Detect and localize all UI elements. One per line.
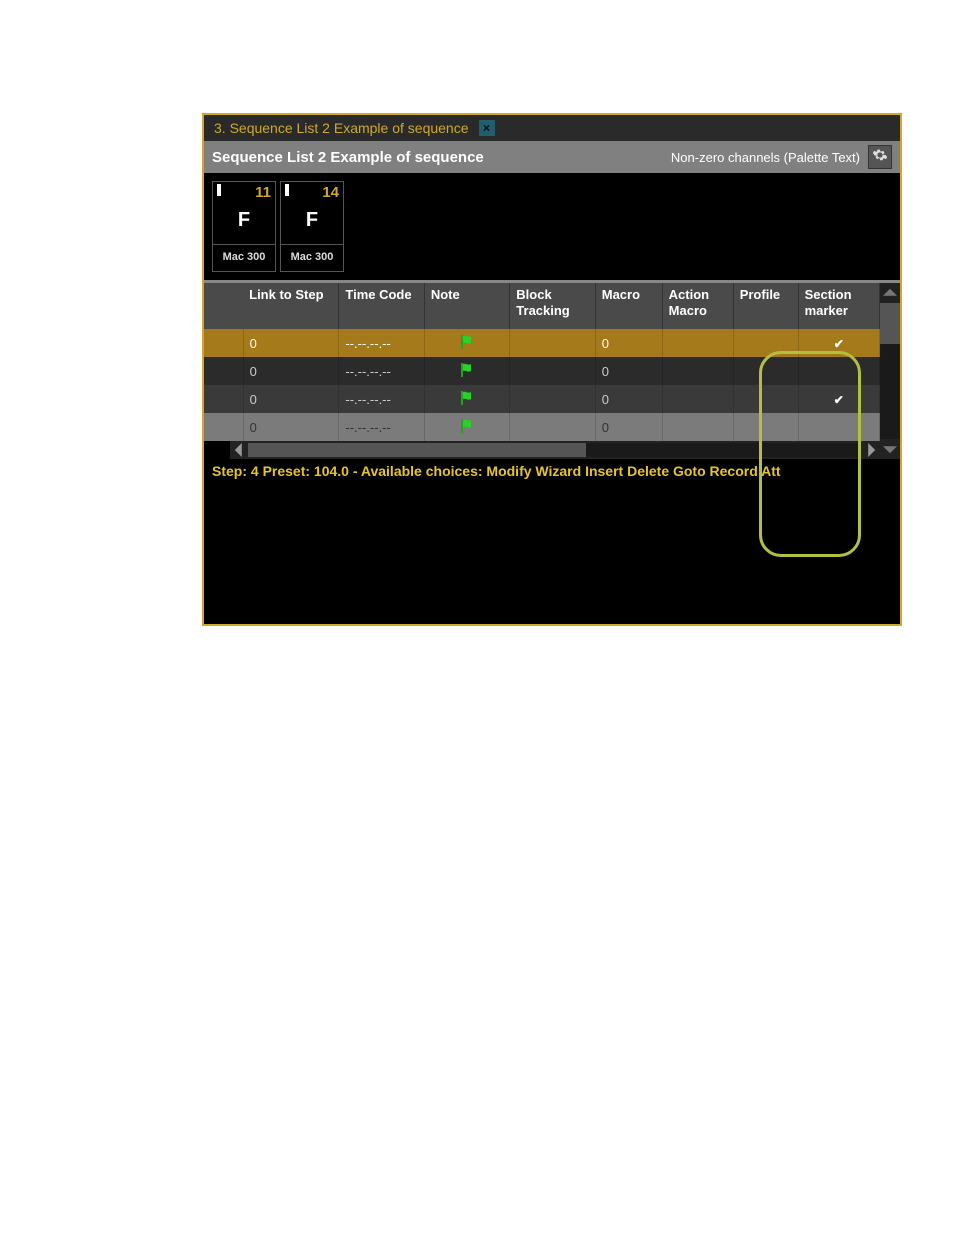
column-time-code[interactable]: Time Code [339,283,424,329]
cell-profile[interactable] [733,357,798,385]
cell-section-marker[interactable] [798,413,879,441]
cell-section-marker[interactable]: ✔ [798,385,879,413]
flag-icon [459,337,475,352]
cell-section-marker[interactable] [798,357,879,385]
hscroll-thumb[interactable] [248,443,586,457]
cell-section-marker[interactable]: ✔ [798,329,879,357]
cell-macro[interactable]: 0 [595,413,662,441]
row-header[interactable] [204,357,243,385]
channel-level: F [213,203,275,245]
flag-icon [459,365,475,380]
channel-mark [285,184,289,196]
column-note[interactable]: Note [424,283,509,329]
cell-time-code[interactable]: --.--.--.-- [339,329,424,357]
check-icon: ✔ [834,393,844,407]
channel-label: Mac 300 [213,245,275,271]
channel-number: 11 [255,184,271,201]
table-row[interactable]: 0--.--.--.--0✔ [204,385,880,413]
cell-note[interactable] [424,357,509,385]
hscroll-track[interactable] [248,443,862,457]
cell-action-macro[interactable] [662,329,733,357]
cell-action-macro[interactable] [662,413,733,441]
gear-icon [872,147,888,168]
cell-link-to-step[interactable]: 0 [243,413,339,441]
check-icon: ✔ [834,337,844,351]
cell-block-tracking[interactable] [510,357,595,385]
table-row[interactable]: 0--.--.--.--0 [204,413,880,441]
channel-tile[interactable]: 14 FMac 300 [280,181,344,272]
cell-note[interactable] [424,413,509,441]
cell-action-macro[interactable] [662,385,733,413]
scroll-left-icon[interactable] [230,441,248,459]
status-bar: Step: 4 Preset: 104.0 - Available choice… [204,459,900,485]
cell-link-to-step[interactable]: 0 [243,385,339,413]
cell-profile[interactable] [733,413,798,441]
cell-macro[interactable]: 0 [595,385,662,413]
channel-tile[interactable]: 11 FMac 300 [212,181,276,272]
table-area: Link to Step Time Code Note Block Tracki… [204,283,900,459]
channel-level: F [281,203,343,245]
sequence-list-window: 3. Sequence List 2 Example of sequence ×… [202,113,902,626]
channel-area: 11 FMac 300 14 FMac 300 [204,173,900,280]
horizontal-scrollbar[interactable] [230,441,880,459]
page-title: Sequence List 2 Example of sequence [212,149,484,166]
row-header[interactable] [204,329,243,357]
cell-link-to-step[interactable]: 0 [243,329,339,357]
settings-button[interactable] [868,145,892,169]
vscroll-track[interactable] [880,303,900,439]
vertical-scrollbar[interactable] [880,283,900,459]
cell-time-code[interactable]: --.--.--.-- [339,385,424,413]
header-bar: Sequence List 2 Example of sequence Non-… [204,141,900,173]
scroll-down-icon[interactable] [880,439,900,459]
column-action-macro[interactable]: Action Macro [662,283,733,329]
sequence-table: Link to Step Time Code Note Block Tracki… [204,283,880,441]
cell-macro[interactable]: 0 [595,357,662,385]
table-row[interactable]: 0--.--.--.--0 [204,357,880,385]
cell-note[interactable] [424,385,509,413]
table-corner [204,283,243,329]
cell-link-to-step[interactable]: 0 [243,357,339,385]
row-header[interactable] [204,385,243,413]
scroll-right-icon[interactable] [862,441,880,459]
cell-profile[interactable] [733,385,798,413]
column-profile[interactable]: Profile [733,283,798,329]
cell-note[interactable] [424,329,509,357]
flag-icon [459,393,475,408]
channel-mark [217,184,221,196]
column-link-to-step[interactable]: Link to Step [243,283,339,329]
table-row[interactable]: 0--.--.--.--0✔ [204,329,880,357]
cell-block-tracking[interactable] [510,329,595,357]
scroll-up-icon[interactable] [880,283,900,303]
cell-time-code[interactable]: --.--.--.-- [339,357,424,385]
header-right: Non-zero channels (Palette Text) [671,145,892,169]
close-icon[interactable]: × [479,120,495,136]
tab-title: 3. Sequence List 2 Example of sequence [214,120,469,136]
cell-profile[interactable] [733,329,798,357]
cell-action-macro[interactable] [662,357,733,385]
vscroll-thumb[interactable] [880,303,900,344]
column-block-tracking[interactable]: Block Tracking [510,283,595,329]
column-macro[interactable]: Macro [595,283,662,329]
cell-time-code[interactable]: --.--.--.-- [339,413,424,441]
row-header[interactable] [204,413,243,441]
channel-number: 14 [322,184,339,201]
display-mode-label: Non-zero channels (Palette Text) [671,150,860,165]
column-section-marker[interactable]: Section marker [798,283,879,329]
cell-block-tracking[interactable] [510,385,595,413]
cell-block-tracking[interactable] [510,413,595,441]
tab-sequence-list[interactable]: 3. Sequence List 2 Example of sequence × [204,115,505,141]
channel-label: Mac 300 [281,245,343,271]
flag-icon [459,421,475,436]
tab-bar: 3. Sequence List 2 Example of sequence × [204,115,900,141]
cell-macro[interactable]: 0 [595,329,662,357]
